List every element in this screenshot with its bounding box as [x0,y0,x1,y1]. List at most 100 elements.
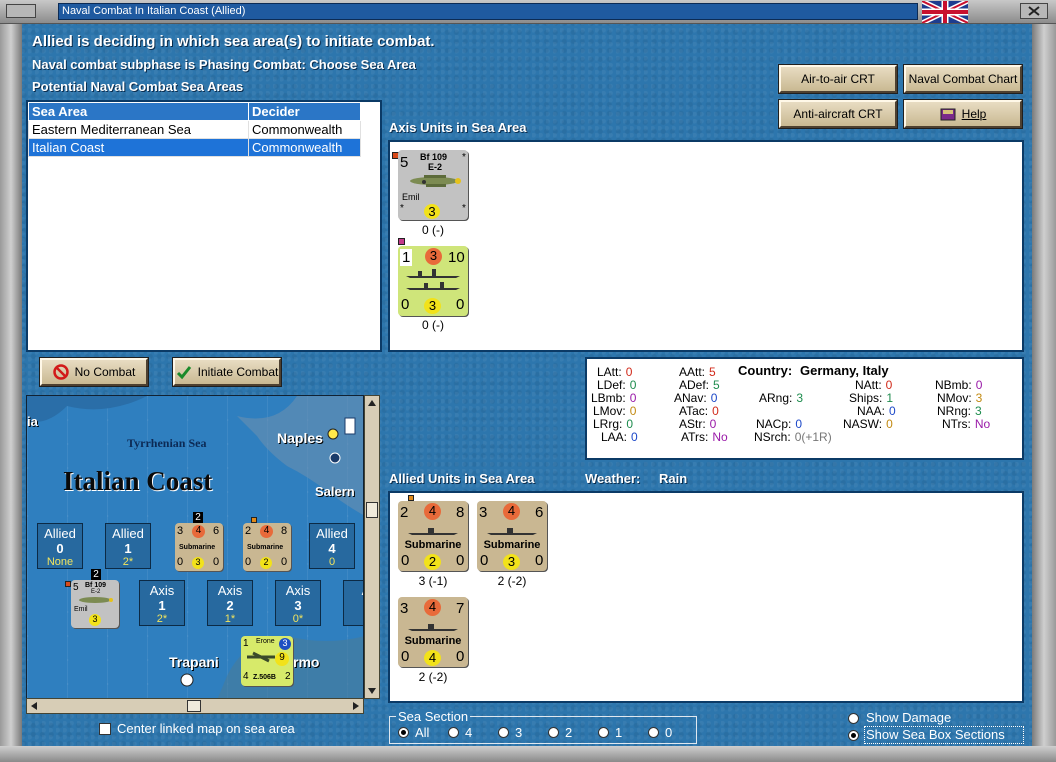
stat-key: NRng: [937,404,972,418]
no-combat-button[interactable]: No Combat [40,358,148,386]
decider-cell[interactable]: Commonwealth [248,138,361,157]
sub-bottom-circle: 4 [424,650,441,666]
submarine-icon [408,624,458,631]
stat-value: 0 [712,404,719,418]
allied-submarine-counter[interactable]: 2 4 8 Submarine 0 2 0 [398,501,468,571]
stat-natt: NAtt: 0 [855,378,892,392]
allied-submarine-counter[interactable]: 3 4 6 Submarine 0 3 0 [477,501,547,571]
axis-sea-box-3[interactable]: Axis 3 0* [275,580,321,626]
anti-aircraft-crt-button[interactable]: Anti-aircraft CRT [779,100,897,128]
show-damage-radio[interactable] [848,713,859,724]
stat-value: 0 [795,417,803,431]
sea-section-radio-2[interactable] [548,727,559,738]
sea-section-radio-4[interactable] [448,727,459,738]
ship-bottom-left: 0 [401,296,410,313]
ship-top-right: 10 [448,249,465,266]
sea-section-radio-0[interactable] [648,727,659,738]
scroll-up-arrow-icon[interactable] [365,396,379,410]
sub-top-right: 8 [456,504,465,521]
unit-stats-panel: LAtt: 0 LDef: 0 LBmb: 0 LMov: 0 LRrg: 0 LAA: 0 AAtt:… [585,357,1024,460]
fighter-strength: 5 [400,154,409,171]
map-fighter-name: Bf 109 [85,582,107,589]
erone-mid: 9 [275,652,289,666]
help-button[interactable]: Help [904,100,1022,128]
box-count: 2* [122,556,134,568]
stat-lrrg: LRrg: 0 [593,417,633,431]
air-to-air-crt-label: Air-to-air CRT [801,72,875,86]
initiate-combat-label: Initiate Combat [197,365,279,379]
horizontal-scroll-thumb[interactable] [187,700,201,712]
stat-aatt: AAtt: 5 [679,365,716,379]
scroll-left-arrow-icon[interactable] [27,699,41,713]
box-count: 2* [156,613,168,625]
box-side: Allied [44,526,76,541]
stat-value: 0 [710,391,718,405]
close-button[interactable] [1020,3,1048,19]
stat-value: 0 [625,365,633,379]
map-fighter-nickname: Emil [74,606,88,613]
allied-sea-box-1[interactable]: Allied 1 2* [105,523,151,569]
stat-value: 0 [629,391,637,405]
submarine-caption: 2 (-2) [497,574,527,588]
center-linked-checkbox[interactable] [99,723,111,735]
ship-top-circle: 3 [425,248,442,265]
map-erone-counter[interactable]: 1 Erone 3 9 4 Z.506B 2 [241,636,293,686]
stat-key: NSrch: [754,430,791,444]
fighter-variant: E-2 [428,162,443,172]
axis-fighter-counter[interactable]: 5 Bf 109 E-2 * Emil * * 3 [398,150,468,220]
stack-count-badge: 2 [193,512,203,523]
stat-ntrs: NTrs: No [942,417,990,431]
axis-sea-box-partial[interactable]: A [343,580,363,626]
scroll-down-arrow-icon[interactable] [365,684,379,698]
allied-submarine-counter[interactable]: 3 4 7 Submarine 0 4 0 [398,597,468,667]
sub-tl: 3 [177,525,184,537]
axis-units-title: Axis Units in Sea Area [389,120,527,135]
box-number: 0 [56,541,64,556]
linked-map[interactable]: Tyrrhenian Sea Naples Salern Trapani rmo… [26,395,364,699]
axis-sea-box-1[interactable]: Axis 1 2* [139,580,185,626]
map-submarine-counter[interactable]: 2 4 8 Submarine 0 2 0 [243,523,291,571]
sea-section-radio-1[interactable] [598,727,609,738]
map-vertical-scrollbar[interactable] [364,395,380,699]
stat-key: LAtt: [597,365,622,379]
system-menu-icon[interactable] [6,4,36,18]
map-fighter-counter[interactable]: 5 Bf 109 E-2 Emil 3 [71,580,119,628]
stat-key: NAA: [857,404,886,418]
axis-ship-counter[interactable]: 1 3 10 0 3 0 [398,246,468,316]
box-side: Axis [217,583,243,598]
stat-value: No [712,430,728,444]
map-horizontal-scrollbar[interactable] [26,698,364,714]
allied-sea-box-4[interactable]: Allied 4 0 [309,523,355,569]
allied-sea-box-0[interactable]: Allied 0 None [37,523,83,569]
table-row-selected[interactable]: Italian Coast Commonwealth [28,138,361,157]
sub-top-left: 3 [479,504,488,521]
sub-name: Submarine [247,544,284,551]
sea-area-cell[interactable]: Eastern Mediterranean Sea [28,120,249,139]
map-submarine-counter[interactable]: 3 4 6 Submarine 0 3 0 [175,523,223,571]
stat-key: LBmb: [591,391,626,405]
country-label: Country: [738,363,793,378]
axis-sea-box-2[interactable]: Axis 2 1* [207,580,253,626]
sub-top-circle: 4 [424,599,441,616]
stat-value: 0 [631,430,638,444]
stat-laa: LAA: 0 [601,430,638,444]
sea-area-cell[interactable]: Italian Coast [28,138,249,157]
sea-section-radio-3[interactable] [498,727,509,738]
table-row[interactable]: Eastern Mediterranean Sea Commonwealth [28,120,361,139]
stat-adef: ADef: 5 [679,378,720,392]
sub-bottom-right: 0 [535,552,544,569]
air-to-air-crt-button[interactable]: Air-to-air CRT [779,65,897,93]
decider-cell[interactable]: Commonwealth [248,120,361,139]
vertical-scroll-thumb[interactable] [366,502,378,518]
sea-section-radio-all[interactable] [398,727,409,738]
initiate-combat-button[interactable]: Initiate Combat [173,358,281,386]
column-header-decider[interactable]: Decider [248,102,361,121]
scroll-right-arrow-icon[interactable] [349,699,363,713]
stat-value: 0 [629,404,637,418]
sub-bottom-right: 0 [456,552,465,569]
map-city-trapani: Trapani [169,654,219,670]
show-sea-box-sections-radio[interactable] [848,730,859,741]
column-header-sea-area[interactable]: Sea Area [28,102,249,121]
naval-combat-chart-button[interactable]: Naval Combat Chart [904,65,1022,93]
fighter-caption: 0 (-) [422,223,444,237]
